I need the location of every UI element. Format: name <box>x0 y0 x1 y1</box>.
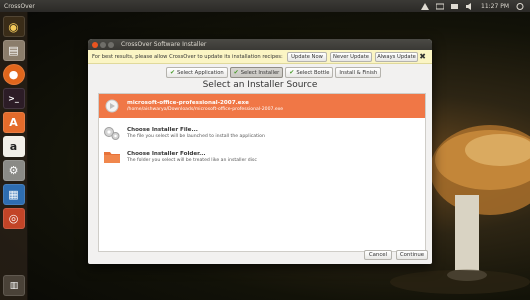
active-app-name: CrossOver <box>4 2 35 10</box>
amazon-icon[interactable]: a <box>2 136 25 157</box>
check-icon: ✔ <box>233 69 239 76</box>
window-close-button[interactable] <box>92 41 98 48</box>
system-settings-icon[interactable]: ⚙ <box>2 160 25 181</box>
check-icon: ✔ <box>289 69 295 76</box>
source-title: Choose Installer File... <box>127 127 198 133</box>
step-label: Select Application <box>177 69 224 76</box>
step-label: Select Bottle <box>296 69 330 76</box>
trash-icon[interactable]: ▥ <box>3 275 25 296</box>
installer-dialog: CrossOver Software Installer For best re… <box>88 39 432 264</box>
page-heading: Select an Installer Source <box>202 80 318 90</box>
step-select-bottle[interactable]: ✔ Select Bottle <box>285 67 334 78</box>
software-center-icon[interactable]: A <box>2 112 25 133</box>
step-label: Select Installer <box>240 69 280 76</box>
always-update-button[interactable]: Always Update <box>375 52 418 62</box>
step-install-finish[interactable]: Install & Finish <box>335 67 382 78</box>
ubuntu-dash-icon[interactable]: ◉ <box>2 16 25 37</box>
source-subtitle: The folder you select will be treated li… <box>127 158 257 163</box>
source-item-choose-file[interactable]: Choose Installer File... The file you se… <box>99 121 425 145</box>
never-update-button[interactable]: Never Update <box>330 52 372 62</box>
executable-icon <box>102 98 122 114</box>
indicator-area: 11:27 PM <box>421 0 524 12</box>
network-icon[interactable] <box>421 2 429 10</box>
launcher: ◉ ▤ ● >_ A a ⚙ ▦ ◎ ▥ <box>0 12 28 300</box>
update-notice-message: For best results, please allow CrossOver… <box>92 53 283 60</box>
update-now-button[interactable]: Update Now <box>287 52 327 62</box>
source-item-downloaded-exe[interactable]: microsoft-office-professional-2007.exe /… <box>99 94 425 118</box>
source-subtitle: The file you select will be launched to … <box>127 134 265 139</box>
writer-icon[interactable]: ▦ <box>2 184 25 205</box>
source-item-choose-folder[interactable]: Choose Installer Folder... The folder yo… <box>99 145 425 169</box>
update-notice-bar: For best results, please allow CrossOver… <box>88 50 432 64</box>
source-title: microsoft-office-professional-2007.exe <box>127 100 249 106</box>
top-panel: CrossOver 11:27 PM <box>0 0 530 12</box>
firefox-icon[interactable]: ● <box>2 64 25 85</box>
clock[interactable]: 11:27 PM <box>481 3 509 10</box>
window-title: CrossOver Software Installer <box>121 41 207 48</box>
gear-file-icon <box>102 125 122 141</box>
files-icon[interactable]: ▤ <box>2 40 25 61</box>
check-icon: ✔ <box>170 69 176 76</box>
window-titlebar[interactable]: CrossOver Software Installer <box>88 39 432 50</box>
installer-source-list: microsoft-office-professional-2007.exe /… <box>98 93 426 252</box>
step-select-application[interactable]: ✔ Select Application <box>166 67 228 78</box>
keyboard-icon[interactable] <box>435 3 445 10</box>
source-title: Choose Installer Folder... <box>127 151 206 157</box>
step-label: Install & Finish <box>339 69 378 76</box>
close-notice-icon[interactable]: ✖ <box>419 52 426 62</box>
window-minimize-button[interactable] <box>100 41 106 48</box>
step-select-installer[interactable]: ✔ Select Installer <box>229 67 284 78</box>
volume-icon[interactable] <box>466 2 474 10</box>
battery-icon[interactable] <box>451 3 459 10</box>
continue-button[interactable]: Continue <box>396 250 428 260</box>
terminal-icon[interactable]: >_ <box>2 88 25 109</box>
window-maximize-button[interactable] <box>108 41 114 48</box>
folder-icon <box>102 149 122 165</box>
power-gear-icon[interactable] <box>516 2 524 10</box>
cancel-button[interactable]: Cancel <box>364 250 392 260</box>
source-subtitle: /home/aishwarya/Downloads/microsoft-offi… <box>127 107 284 112</box>
installer-steps: ✔ Select Application ✔ Select Installer … <box>166 67 382 78</box>
crossover-icon[interactable]: ◎ <box>2 208 25 229</box>
